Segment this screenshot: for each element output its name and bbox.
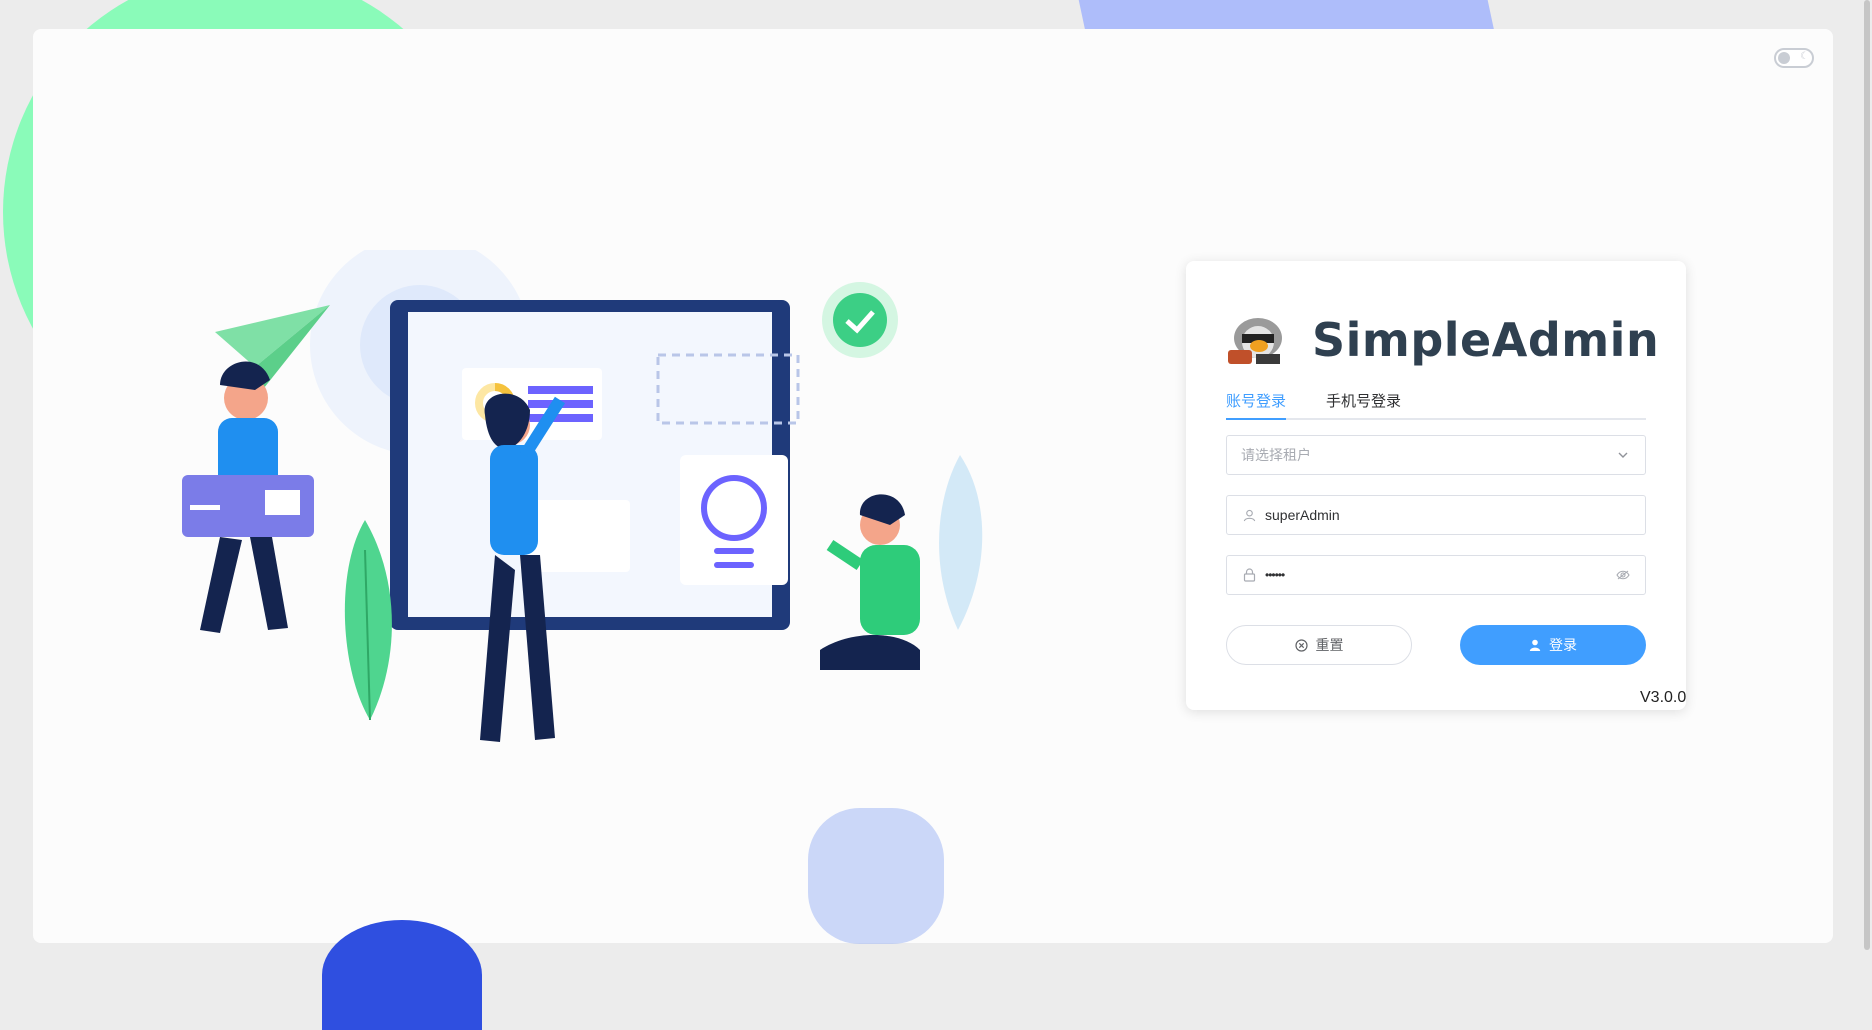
reset-button[interactable]: 重置 bbox=[1226, 625, 1412, 665]
login-button[interactable]: 登录 bbox=[1460, 625, 1646, 665]
theme-toggle[interactable]: ☾ bbox=[1774, 48, 1814, 68]
user-icon bbox=[1241, 507, 1257, 523]
user-icon bbox=[1529, 639, 1541, 651]
tenant-select[interactable]: 请选择租户 bbox=[1226, 435, 1646, 475]
tab-phone-login[interactable]: 手机号登录 bbox=[1326, 390, 1401, 418]
vertical-scrollbar[interactable] bbox=[1860, 0, 1872, 972]
scrollbar-thumb[interactable] bbox=[1864, 0, 1870, 950]
app-title: SimpleAdmin bbox=[1312, 313, 1660, 367]
reset-button-label: 重置 bbox=[1315, 637, 1344, 653]
close-circle-icon bbox=[1294, 638, 1308, 652]
decor-blue-semicircle bbox=[322, 920, 482, 1030]
version-label: V3.0.0 bbox=[1640, 689, 1687, 706]
brand-logo-icon bbox=[1228, 318, 1282, 364]
tab-account-login[interactable]: 账号登录 bbox=[1226, 390, 1287, 420]
password-input[interactable]: •••••• bbox=[1226, 555, 1646, 595]
tenant-select-placeholder: 请选择租户 bbox=[1241, 447, 1311, 463]
toggle-knob bbox=[1778, 52, 1790, 64]
password-value: •••••• bbox=[1265, 568, 1285, 582]
login-illustration bbox=[182, 250, 983, 742]
chevron-down-icon bbox=[1615, 447, 1631, 463]
username-input[interactable]: superAdmin bbox=[1226, 495, 1646, 535]
login-card: SimpleAdmin 账号登录 手机号登录 请选择租户 superAdmin … bbox=[1186, 261, 1686, 710]
eye-icon[interactable] bbox=[1615, 567, 1631, 583]
moon-icon: ☾ bbox=[1800, 51, 1809, 62]
username-value: superAdmin bbox=[1265, 507, 1340, 523]
login-button-label: 登录 bbox=[1549, 637, 1577, 653]
decor-blue-blob-bottom bbox=[808, 808, 944, 944]
lock-icon bbox=[1241, 567, 1257, 583]
login-tabs: 账号登录 手机号登录 bbox=[1226, 390, 1646, 420]
brand-header: SimpleAdmin bbox=[1226, 313, 1659, 367]
